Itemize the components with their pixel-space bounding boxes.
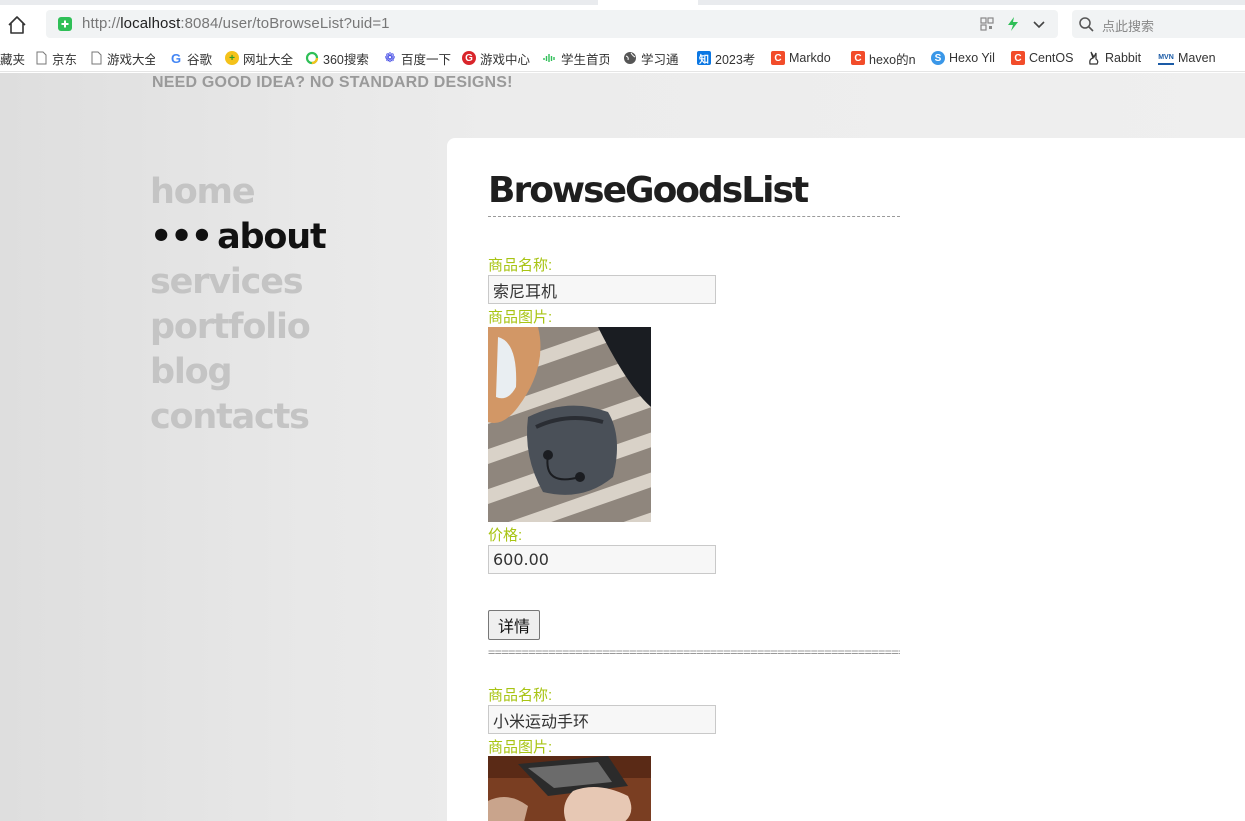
bookmark-label: 360搜索 [323, 52, 369, 67]
goods-name-input[interactable] [488, 705, 716, 734]
rabbit-icon [1089, 51, 1099, 65]
page-icon [36, 51, 47, 65]
baidu-paw-icon: ❁ [384, 50, 396, 65]
content-panel: BrowseGoodsList 商品名称: 商品图片: 价格: 详情 =====… [447, 138, 1245, 821]
bookmark-item[interactable]: G 游戏中心 [462, 49, 530, 67]
goods-name-label: 商品名称: [488, 257, 553, 274]
nav-item-label: portfolio [150, 307, 311, 347]
csdn-icon: C [851, 51, 865, 65]
goods-image-band [488, 756, 651, 821]
csdn-icon: C [1011, 51, 1025, 65]
bookmark-item[interactable]: ❁ 百度一下 [383, 49, 451, 67]
bookmark-label: 游戏大全 [107, 52, 155, 67]
s-icon: S [931, 51, 945, 65]
nav-item-label: home [150, 172, 256, 212]
search-icon [1079, 17, 1094, 32]
bookmark-item[interactable]: C Markdo [771, 49, 837, 67]
bookmark-label: 百度一下 [401, 52, 452, 67]
bookmark-label: Rabbit [1105, 51, 1142, 65]
bookmarks-bar: 藏夹 京东 游戏大全 G 谷歌 + 网址大全 360搜索 ❁ 百度一下 G 游戏… [0, 43, 1245, 72]
bookmark-item[interactable]: 游戏大全 [89, 49, 155, 67]
nav-item-portfolio[interactable]: portfolio [150, 305, 326, 350]
nav-item-label: about [217, 217, 327, 257]
nav-item-blog[interactable]: blog [150, 350, 326, 395]
qr-code-icon[interactable] [980, 17, 994, 31]
bookmark-label: 藏夹 [0, 52, 26, 67]
address-bar[interactable]: http://localhost:8084/user/toBrowseList?… [46, 10, 1058, 38]
bookmark-item[interactable]: S Hexo Yil [931, 49, 997, 67]
goods-image-label: 商品图片: [488, 739, 553, 756]
nav-item-label: blog [150, 352, 233, 392]
chevron-down-icon[interactable] [1032, 17, 1046, 31]
bookmark-label: Markdo [789, 51, 831, 65]
bookmark-item[interactable]: 京东 [34, 49, 77, 67]
bookmark-label: 2023考 [715, 52, 756, 67]
home-icon[interactable] [6, 14, 28, 36]
nav-item-contacts[interactable]: contacts [150, 395, 326, 440]
bookmark-item[interactable]: MVN Maven [1158, 49, 1224, 67]
main-nav: home ••• about services portfolio blog co… [150, 170, 327, 440]
mvn-icon: MVN [1158, 51, 1174, 65]
url-scheme: http:// [82, 15, 121, 32]
active-marker: ••• [150, 217, 213, 257]
bookmark-label: 京东 [52, 52, 78, 67]
page-icon [91, 51, 102, 65]
bookmark-item[interactable]: Rabbit [1087, 49, 1145, 67]
url-text[interactable]: http://localhost:8084/user/toBrowseList?… [82, 15, 390, 32]
title-divider [488, 216, 900, 217]
goods-price-label: 价格: [488, 527, 523, 544]
goods-image-headphones [488, 327, 651, 522]
bookmark-label: 学生首页 [561, 52, 609, 67]
zhihu-icon: 知 [697, 51, 711, 66]
game-icon: G [462, 51, 476, 65]
nav-item-about[interactable]: ••• about [150, 215, 327, 260]
plus-circle-icon: + [225, 51, 239, 65]
bookmark-item[interactable]: C hexo的n [851, 49, 917, 67]
nav-item-label: contacts [150, 397, 310, 437]
page-viewport: NEED GOOD IDEA? NO STANDARD DESIGNS! hom… [0, 73, 1245, 821]
globe-icon [624, 52, 636, 64]
nav-item-label: services [150, 262, 304, 302]
bookmark-label: 网址大全 [243, 52, 294, 67]
bookmark-label: hexo的n [869, 52, 916, 67]
bookmark-label: 游戏中心 [480, 52, 531, 67]
bookmark-item[interactable]: 知 2023考 [697, 49, 757, 67]
browser-toolbar: http://localhost:8084/user/toBrowseList?… [0, 5, 1245, 43]
bookmark-item[interactable]: C CentOS [1011, 49, 1073, 67]
bookmark-item[interactable]: 360搜索 [305, 49, 369, 67]
search-placeholder: 点此搜索 [1102, 19, 1155, 34]
bookmark-label: Maven [1178, 51, 1216, 65]
goods-price-input[interactable] [488, 545, 716, 574]
site-tagline: NEED GOOD IDEA? NO STANDARD DESIGNS! [152, 74, 513, 91]
goods-image-label: 商品图片: [488, 309, 553, 326]
goods-name-input[interactable] [488, 275, 716, 304]
nav-item-services[interactable]: services [150, 260, 326, 305]
360-icon [305, 51, 319, 65]
bookmark-item[interactable]: + 网址大全 [225, 49, 293, 67]
bookmark-item[interactable]: G 谷歌 [169, 49, 212, 67]
nav-item-home[interactable]: home [150, 170, 326, 215]
bookmark-item[interactable]: 藏夹 [0, 49, 25, 67]
bookmark-label: 谷歌 [187, 52, 213, 67]
bookmark-item[interactable]: 学生首页 [543, 49, 609, 67]
address-bar-actions [980, 15, 1046, 33]
detail-button[interactable]: 详情 [488, 610, 541, 640]
bookmark-label: Hexo Yil [949, 51, 995, 65]
url-path: :8084/user/toBrowseList?uid=1 [180, 15, 390, 32]
bookmark-label: 学习通 [641, 52, 679, 67]
goods-name-label: 商品名称: [488, 687, 553, 704]
shield-plus-icon [58, 17, 72, 31]
csdn-icon: C [771, 51, 785, 65]
page-title: BrowseGoodsList [488, 170, 809, 211]
bookmark-item[interactable]: 学习通 [623, 49, 681, 67]
bookmark-label: CentOS [1029, 51, 1073, 65]
wave-icon [543, 54, 555, 62]
lightning-icon[interactable] [1006, 16, 1020, 32]
google-icon: G [170, 50, 182, 66]
search-box[interactable]: 点此搜索 [1072, 10, 1245, 38]
goods-separator: ========================================… [488, 645, 900, 659]
url-host: localhost [120, 15, 181, 32]
